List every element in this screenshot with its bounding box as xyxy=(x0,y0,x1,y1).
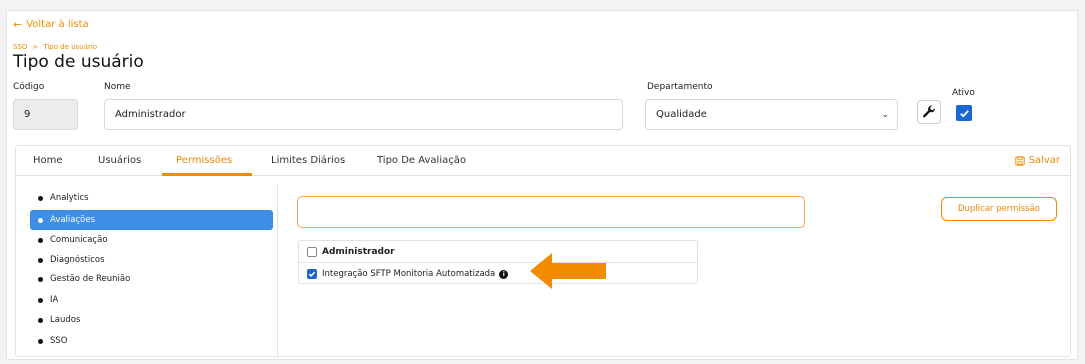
wrench-icon xyxy=(923,105,935,118)
info-icon[interactable]: i xyxy=(499,269,509,279)
tab-tipo-de-avaliacao[interactable]: Tipo De Avaliação xyxy=(377,155,466,166)
codigo-value: 9 xyxy=(24,109,31,120)
check-icon xyxy=(308,271,316,277)
permission-search-input[interactable] xyxy=(297,196,805,228)
bullet-icon xyxy=(38,276,43,282)
nome-value: Administrador xyxy=(115,109,186,120)
sidebar-item-label: Diagnósticos xyxy=(50,255,105,265)
bullet-icon xyxy=(38,297,43,303)
sidebar-item-sso[interactable]: SSO xyxy=(30,331,273,351)
sidebar-item-label: Laudos xyxy=(50,315,81,325)
sidebar-item-label: Avaliações xyxy=(50,215,96,225)
ativo-label: Ativo xyxy=(952,88,975,98)
permission-item-checkbox[interactable] xyxy=(307,269,317,279)
permission-list: Administrador Integração SFTP Monitoria … xyxy=(298,240,698,284)
sidebar-item-label: IA xyxy=(50,295,59,305)
permission-item-label: Integração SFTP Monitoria Automatizada xyxy=(322,269,496,279)
ativo-checkbox[interactable] xyxy=(956,105,972,121)
departamento-value: Qualidade xyxy=(656,109,707,120)
nome-label: Nome xyxy=(104,82,131,92)
permission-group-checkbox[interactable] xyxy=(307,246,317,257)
sidebar-item-label: Comunicação xyxy=(50,235,108,245)
chevron-down-icon: ⌄ xyxy=(881,110,889,120)
sidebar-item-avaliacoes[interactable]: Avaliações xyxy=(30,210,273,230)
breadcrumb: SSO > Tipo de usuário xyxy=(13,43,97,51)
sidebar-item-comunicacao[interactable]: Comunicação xyxy=(30,230,273,250)
back-to-list-link[interactable]: ← Voltar à lista xyxy=(13,18,89,31)
bullet-icon xyxy=(38,195,43,201)
annotation-arrow-icon xyxy=(530,253,606,289)
breadcrumb-current: Tipo de usuário xyxy=(43,43,98,51)
save-label: Salvar xyxy=(1028,155,1060,166)
sidebar-item-laudos[interactable]: Laudos xyxy=(30,310,273,330)
wrench-button[interactable] xyxy=(917,100,941,124)
departamento-label: Departamento xyxy=(647,82,713,92)
bullet-icon xyxy=(38,338,43,344)
tab-home[interactable]: Home xyxy=(33,155,63,166)
nome-field[interactable]: Administrador xyxy=(104,99,623,130)
back-to-list-label: Voltar à lista xyxy=(26,19,89,30)
tab-usuarios[interactable]: Usuários xyxy=(98,155,141,166)
tabs-panel: Home Usuários Permissões Limites Diários… xyxy=(15,145,1071,358)
page-container: ← Voltar à lista SSO > Tipo de usuário T… xyxy=(6,10,1078,360)
codigo-field: 9 xyxy=(13,99,78,130)
save-button[interactable]: Salvar xyxy=(1014,155,1060,166)
duplicate-permission-button[interactable]: Duplicar permissão xyxy=(941,197,1057,221)
sidebar-item-gestao-de-reuniao[interactable]: Gestão de Reunião xyxy=(30,269,273,289)
bullet-icon xyxy=(38,317,43,323)
bullet-icon xyxy=(38,257,43,263)
sidebar-item-label: Analytics xyxy=(50,193,89,203)
floppy-disk-icon xyxy=(1014,155,1025,166)
permission-group-row: Administrador xyxy=(299,241,697,263)
sidebar-item-diagnosticos[interactable]: Diagnósticos xyxy=(30,250,273,270)
tab-bar: Home Usuários Permissões Limites Diários… xyxy=(16,146,1070,176)
check-icon xyxy=(959,109,969,117)
sidebar-item-label: Gestão de Reunião xyxy=(50,274,131,284)
permission-group-label: Administrador xyxy=(322,246,395,257)
arrow-left-icon: ← xyxy=(13,18,23,31)
codigo-label: Código xyxy=(13,82,45,92)
bullet-icon xyxy=(38,217,43,223)
sidebar-item-ia[interactable]: IA xyxy=(30,290,273,310)
breadcrumb-separator: > xyxy=(32,43,39,51)
tab-permissoes[interactable]: Permissões xyxy=(176,155,232,166)
tab-limites-diarios[interactable]: Limites Diários xyxy=(271,155,345,166)
active-tab-indicator xyxy=(162,173,252,176)
permissions-sidebar: Analytics Avaliações Comunicação Diagnós… xyxy=(16,184,278,358)
breadcrumb-root[interactable]: SSO xyxy=(13,43,27,51)
sidebar-item-analytics[interactable]: Analytics xyxy=(30,188,273,208)
bullet-icon xyxy=(38,237,43,243)
sidebar-item-label: SSO xyxy=(50,336,68,346)
permission-item-row: Integração SFTP Monitoria Automatizada i xyxy=(299,263,697,285)
departamento-select[interactable]: Qualidade ⌄ xyxy=(645,99,898,130)
page-title: Tipo de usuário xyxy=(13,52,144,72)
